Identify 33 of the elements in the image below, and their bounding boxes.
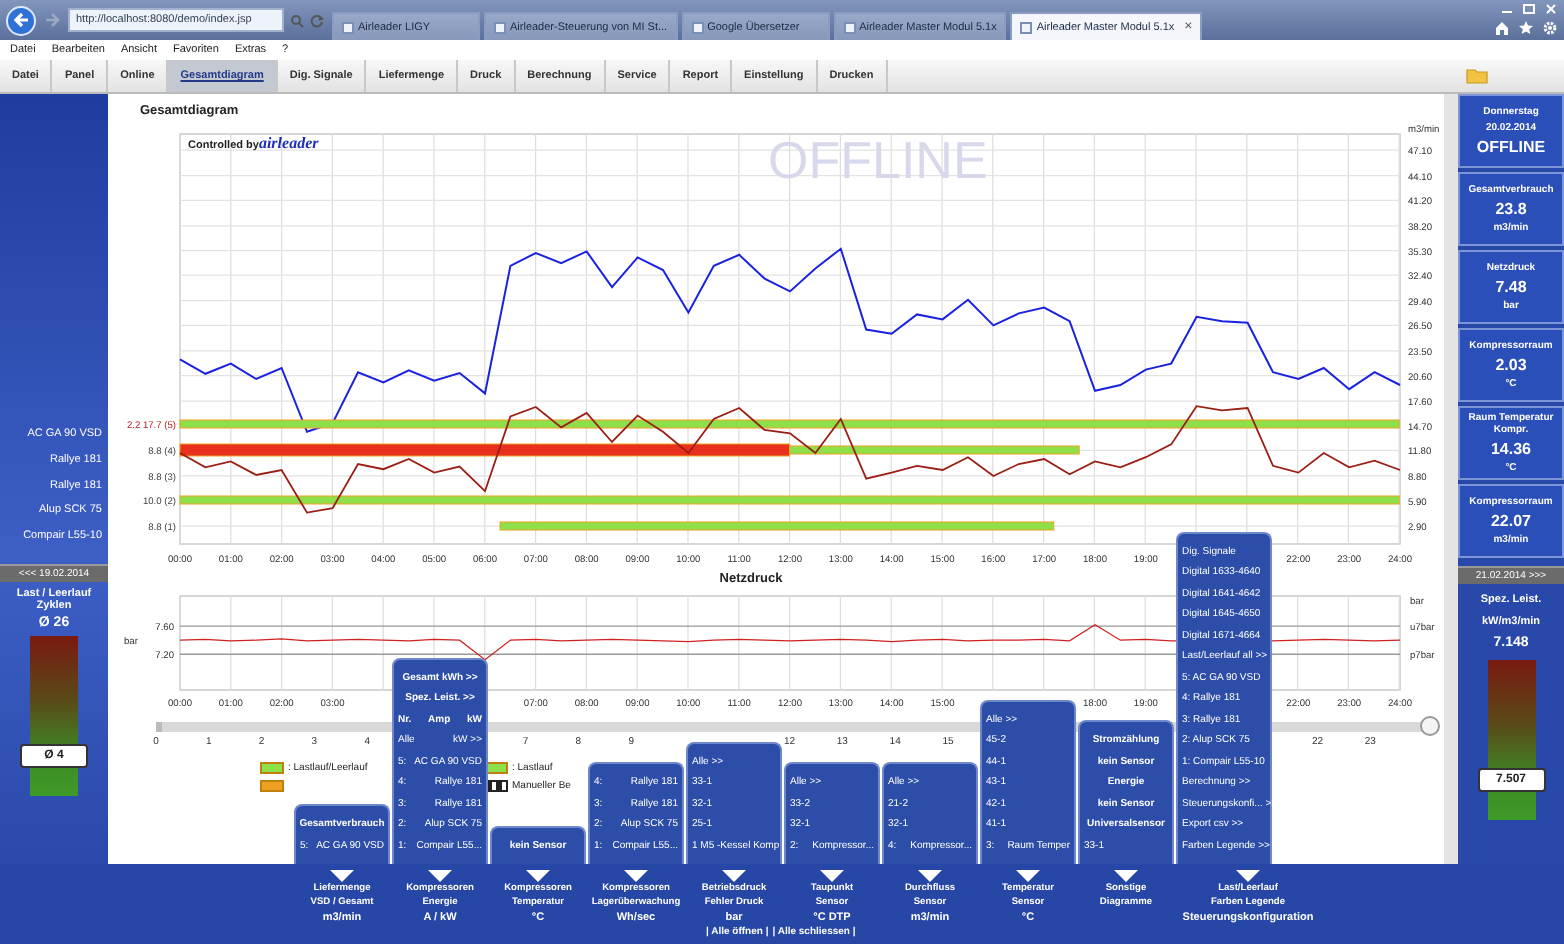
search-icon[interactable] xyxy=(290,13,304,27)
caret-icon xyxy=(1114,870,1138,882)
caret-icon xyxy=(330,870,354,882)
reading-value: 7.48 xyxy=(1495,278,1527,296)
home-icon[interactable] xyxy=(1494,20,1510,36)
back-arrow-icon xyxy=(11,10,31,30)
caret-icon xyxy=(820,870,844,882)
caret-icon xyxy=(918,870,942,882)
caret-icon xyxy=(624,870,648,882)
star-icon[interactable] xyxy=(1518,20,1534,36)
caret-icon xyxy=(1236,870,1260,882)
page-icon xyxy=(494,21,506,33)
page-icon xyxy=(691,21,704,33)
forward-arrow-icon[interactable] xyxy=(44,12,60,28)
caret-icon xyxy=(1016,870,1040,882)
settings-icon[interactable] xyxy=(1542,20,1558,36)
back-button[interactable] xyxy=(6,5,36,35)
reading-value: 23.8 xyxy=(1495,200,1527,218)
reading-value: 22.07 xyxy=(1490,512,1532,530)
page-icon xyxy=(342,21,354,33)
refresh-icon[interactable] xyxy=(310,13,324,27)
page-icon xyxy=(1020,21,1033,33)
close-icon[interactable] xyxy=(1544,4,1558,14)
reading-value: 14.36 xyxy=(1490,440,1532,458)
caret-icon xyxy=(526,870,550,882)
maximize-icon[interactable] xyxy=(1522,4,1536,14)
caret-icon xyxy=(722,870,746,882)
connection-status: OFFLINE xyxy=(1476,138,1546,156)
caret-icon xyxy=(428,870,452,882)
folder-icon[interactable] xyxy=(1466,68,1488,84)
reading-value: 2.03 xyxy=(1495,356,1527,374)
page-icon xyxy=(843,21,856,33)
slider-thumb[interactable] xyxy=(1420,716,1440,736)
